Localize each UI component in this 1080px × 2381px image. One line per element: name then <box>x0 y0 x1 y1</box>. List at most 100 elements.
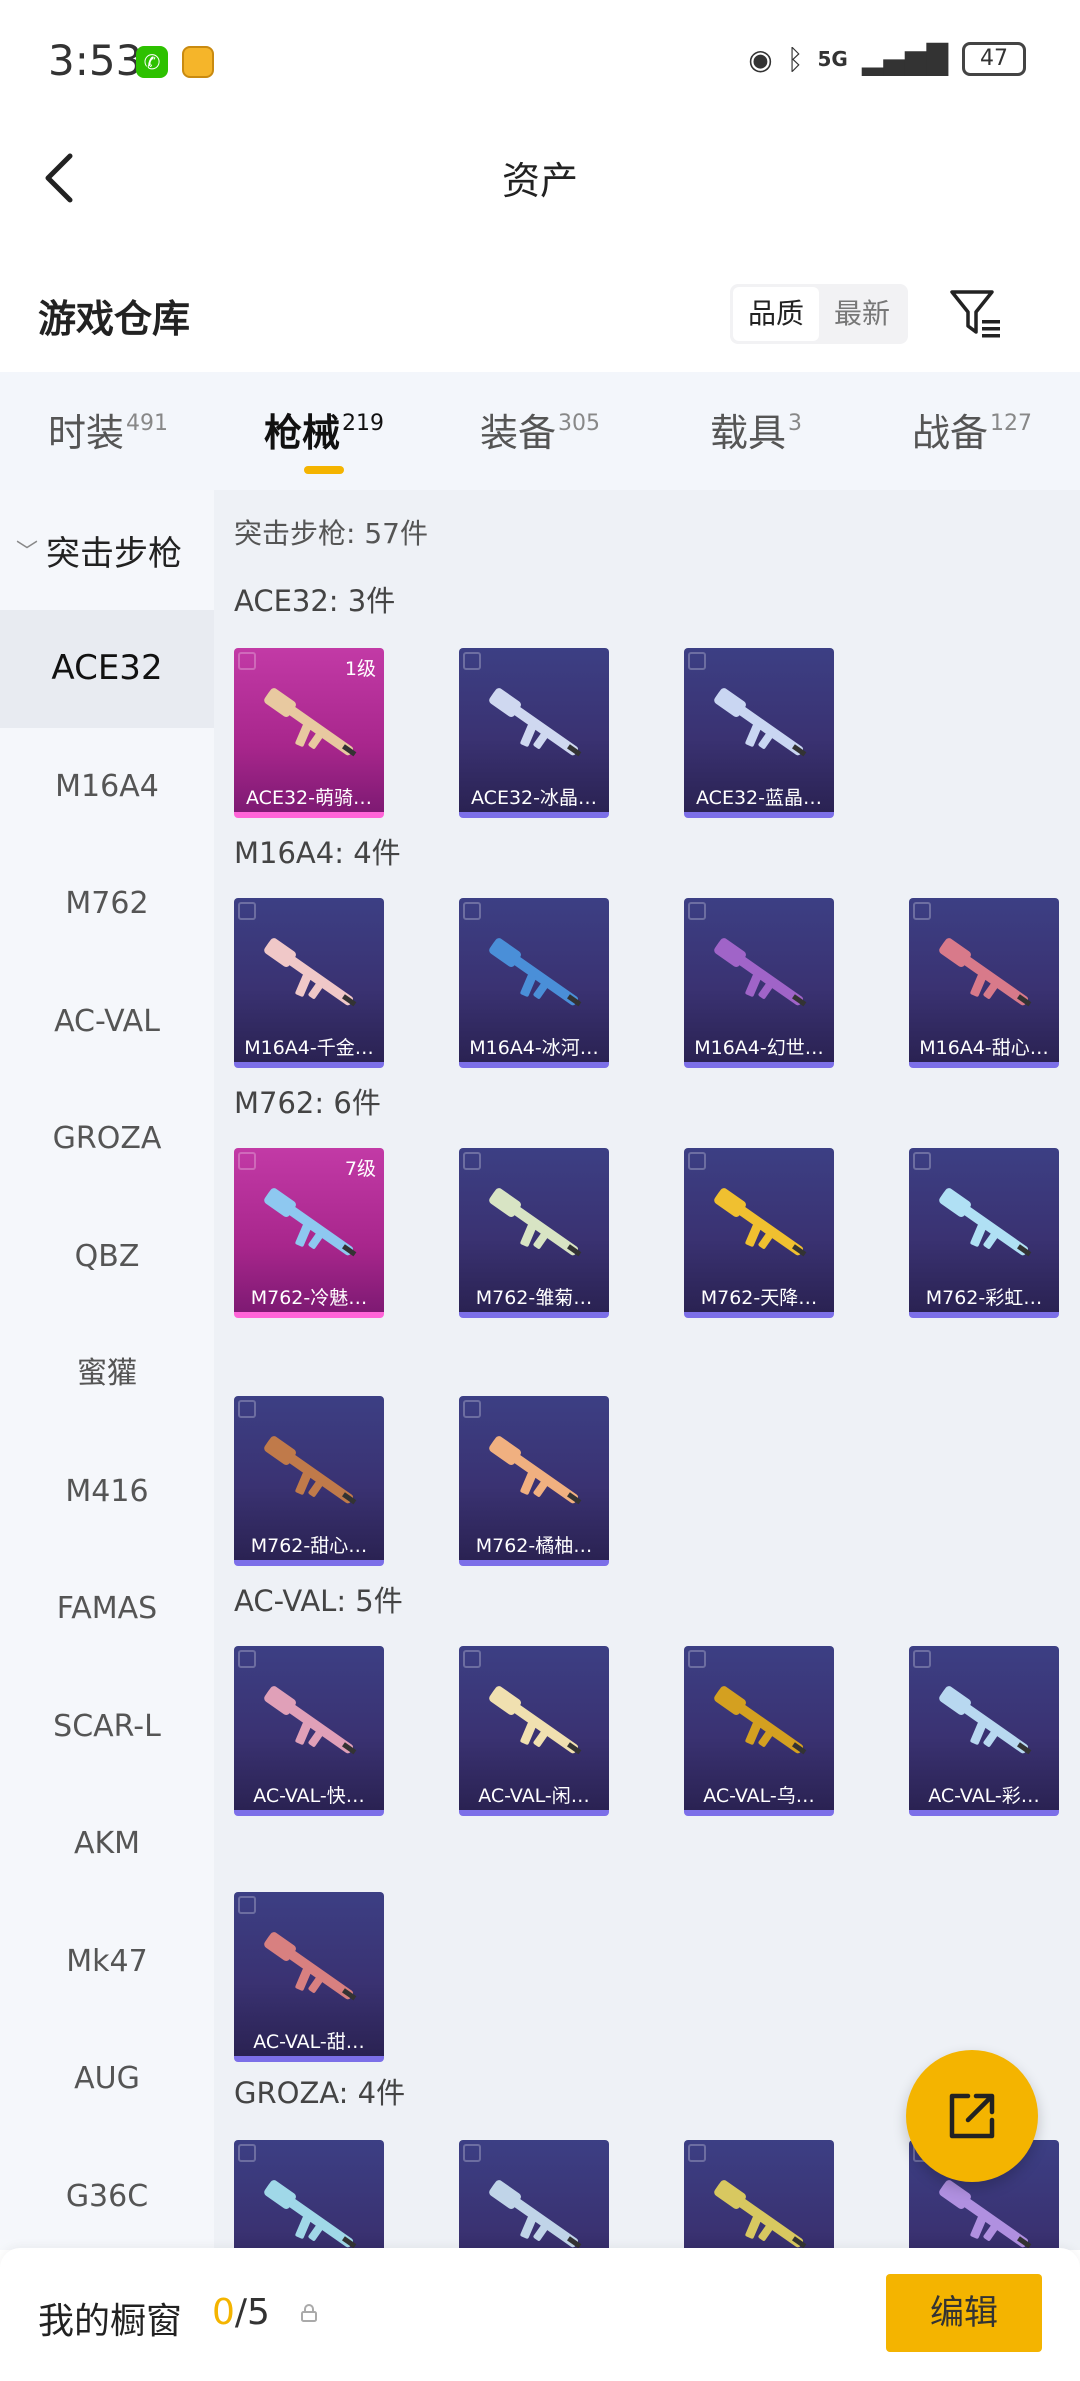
skin-name: M16A4-千金… <box>244 1037 374 1059</box>
rifle-icon <box>939 1188 1032 1257</box>
rifle-icon <box>489 938 582 1007</box>
tab-count: 491 <box>126 411 168 436</box>
status-time: 3:53 <box>48 36 143 85</box>
sidebar-item-scar-l[interactable]: SCAR-L <box>0 1668 214 1786</box>
group-title: M16A4: 4件 <box>234 836 401 870</box>
lock-icon <box>463 902 481 920</box>
weapon-skin-card[interactable]: M16A4-千金… <box>234 898 384 1068</box>
lock-icon <box>301 2304 317 2322</box>
rifle-icon <box>489 1436 582 1505</box>
weapon-skin-card[interactable]: AC-VAL-彩… <box>909 1646 1059 1816</box>
skin-name: AC-VAL-甜… <box>253 2031 365 2053</box>
group-title: GROZA: 4件 <box>234 2076 406 2110</box>
weapon-skin-card[interactable]: M16A4-冰河… <box>459 898 609 1068</box>
tab-4[interactable]: 战备127 <box>864 372 1080 490</box>
weapon-skin-card[interactable]: M762-甜心… <box>234 1396 384 1566</box>
weapon-skin-card[interactable]: 7级 M762-冷魅… <box>234 1148 384 1318</box>
tab-label: 战备 <box>911 411 988 455</box>
filter-icon[interactable] <box>948 286 1004 342</box>
rifle-icon <box>264 1188 357 1257</box>
rifle-icon <box>264 2180 357 2249</box>
sidebar-item-m416[interactable]: M416 <box>0 1433 214 1551</box>
lock-icon <box>688 1152 706 1170</box>
rifle-icon <box>714 688 807 757</box>
sidebar-category[interactable]: ﹀ 突击步枪 <box>0 490 214 610</box>
rifle-icon <box>939 938 1032 1007</box>
weapon-skin-card[interactable] <box>234 2140 384 2250</box>
sidebar-item-aug[interactable]: AUG <box>0 2020 214 2138</box>
lock-icon <box>238 902 256 920</box>
sort-quality-button[interactable]: 品质 <box>733 287 819 341</box>
lock-icon <box>238 1650 256 1668</box>
lock-icon <box>463 1650 481 1668</box>
weapon-skin-card[interactable]: M16A4-甜心… <box>909 898 1059 1068</box>
lock-icon <box>463 1400 481 1418</box>
sidebar-item-蜜獾[interactable]: 蜜獾 <box>0 1315 214 1433</box>
showcase-bar: 我的橱窗 0/5 编辑 <box>0 2248 1080 2381</box>
lock-icon <box>913 902 931 920</box>
rifle-icon <box>264 1932 357 2001</box>
rifle-icon <box>264 938 357 1007</box>
weapon-skin-card[interactable]: AC-VAL-甜… <box>234 1892 384 2062</box>
lock-icon <box>688 1650 706 1668</box>
weapon-skin-card[interactable]: ACE32-蓝晶… <box>684 648 834 818</box>
sidebar-item-m16a4[interactable]: M16A4 <box>0 728 214 846</box>
weapon-skin-card[interactable]: M762-彩虹… <box>909 1148 1059 1318</box>
weapon-skin-card[interactable]: M762-天降… <box>684 1148 834 1318</box>
category-tabs: 时装491 枪械219 装备305 载具3 战备127 <box>0 372 1080 490</box>
sidebar-item-ace32[interactable]: ACE32 <box>0 610 214 728</box>
tab-0[interactable]: 时装491 <box>0 372 216 490</box>
group-title: AC-VAL: 5件 <box>234 1584 403 1618</box>
sidebar-item-ac-val[interactable]: AC-VAL <box>0 963 214 1081</box>
rifle-icon <box>939 1686 1032 1755</box>
tab-1[interactable]: 枪械219 <box>216 372 432 490</box>
weapon-sidebar: ﹀ 突击步枪 ACE32 M16A4 M762 AC-VAL GROZA QBZ 蜜獾 M41… <box>0 490 214 2250</box>
status-icons: ◉ ᛒ 5G ▂▄▆█ 47 <box>748 42 1026 76</box>
weapon-skin-card[interactable] <box>459 2140 609 2250</box>
weapon-skin-card[interactable]: M762-雏菊… <box>459 1148 609 1318</box>
rifle-icon <box>489 688 582 757</box>
lock-icon <box>238 1400 256 1418</box>
weapon-skin-card[interactable]: AC-VAL-闲… <box>459 1646 609 1816</box>
skin-name: M762-彩虹… <box>925 1287 1043 1309</box>
skin-name: ACE32-冰晶… <box>471 787 597 809</box>
status-bar: 3:53 ✆ ◉ ᛒ 5G ▂▄▆█ 47 <box>0 0 1080 124</box>
tab-2[interactable]: 装备305 <box>432 372 648 490</box>
sort-latest-button[interactable]: 最新 <box>819 287 905 341</box>
rifle-icon <box>264 1686 357 1755</box>
skin-name: AC-VAL-乌… <box>703 1785 815 1807</box>
skin-name: M762-橘柚… <box>475 1535 593 1557</box>
sidebar-item-groza[interactable]: GROZA <box>0 1080 214 1198</box>
skin-name: M16A4-冰河… <box>469 1037 599 1059</box>
sidebar-item-mk47[interactable]: Mk47 <box>0 1903 214 2021</box>
sidebar-item-famas[interactable]: FAMAS <box>0 1550 214 1668</box>
share-button[interactable] <box>906 2050 1038 2182</box>
page-title: 资产 <box>501 159 578 203</box>
weapon-skin-card[interactable]: AC-VAL-乌… <box>684 1646 834 1816</box>
weapon-skin-card[interactable]: ACE32-冰晶… <box>459 648 609 818</box>
warehouse-header: 游戏仓库 品质 最新 <box>0 270 1080 370</box>
tab-count: 127 <box>990 411 1032 436</box>
weapon-skin-card[interactable]: AC-VAL-快… <box>234 1646 384 1816</box>
sidebar-item-g36c[interactable]: G36C <box>0 2138 214 2251</box>
weapon-skin-card[interactable]: 1级 ACE32-萌骑… <box>234 648 384 818</box>
rifle-icon <box>714 1188 807 1257</box>
tab-count: 3 <box>788 411 802 436</box>
lock-icon <box>913 1152 931 1170</box>
lock-icon <box>688 652 706 670</box>
skin-level: 7级 <box>344 1158 376 1180</box>
sidebar-item-akm[interactable]: AKM <box>0 1785 214 1903</box>
weapon-skin-card[interactable]: M762-橘柚… <box>459 1396 609 1566</box>
tab-3[interactable]: 载具3 <box>648 372 864 490</box>
sidebar-item-qbz[interactable]: QBZ <box>0 1198 214 1316</box>
weapon-skin-card[interactable]: M16A4-幻世… <box>684 898 834 1068</box>
weapon-grid: 突击步枪: 57件 ACE32: 3件 1级 ACE32-萌骑… ACE32-冰晶… A… <box>214 490 1080 2250</box>
tab-indicator <box>304 466 344 474</box>
rifle-icon <box>714 1686 807 1755</box>
edit-button[interactable]: 编辑 <box>886 2274 1042 2352</box>
sidebar-item-m762[interactable]: M762 <box>0 845 214 963</box>
network-label: 5G <box>817 47 848 71</box>
weapon-skin-card[interactable] <box>684 2140 834 2250</box>
share-icon <box>949 2093 995 2139</box>
skin-name: M762-天降… <box>700 1287 818 1309</box>
